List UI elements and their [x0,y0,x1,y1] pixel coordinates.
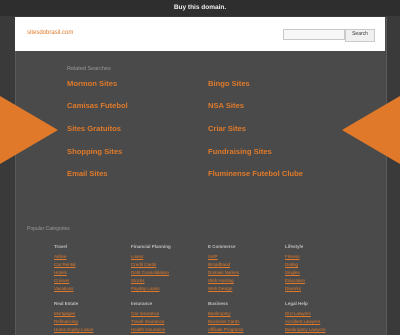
related-link[interactable]: Fluminense Futebol Clube [208,169,303,178]
category-link[interactable]: Education [285,278,305,283]
popular-categories-title: Popular Categories [27,226,70,232]
category-link[interactable]: Cruises [54,278,69,283]
related-link[interactable]: Mormon Sites [67,79,117,88]
category-link[interactable]: Health Insurance [131,327,165,332]
related-link[interactable]: Shopping Sites [67,147,122,156]
related-link[interactable]: Email Sites [67,169,108,178]
category-link[interactable]: Vacations [54,286,73,291]
category-link[interactable]: Fitness [285,254,300,259]
category-link[interactable]: Bankruptcy [208,311,231,316]
category-link[interactable]: Singles [285,270,300,275]
category-link[interactable]: Bankruptcy Lawyers [285,327,326,332]
category-link[interactable]: Domain Names [208,270,239,275]
category-link[interactable]: Affiliate Programs [208,327,243,332]
category-link[interactable]: Payday Loans [131,286,160,291]
category-link[interactable]: VoIP [208,254,218,259]
category-heading: Legal Help [285,301,308,306]
buy-domain-banner[interactable]: Buy this domain. [0,0,400,16]
related-link[interactable]: Fundraising Sites [208,147,272,156]
category-heading: Business [208,301,229,306]
category-link[interactable]: Mortgages [54,311,75,316]
category-link[interactable]: Web Design [208,286,232,291]
related-link[interactable]: NSA Sites [208,101,244,110]
category-heading: Travel [54,244,68,249]
category-link[interactable]: Accident Lawyers [285,319,320,324]
header: sitesdobrasil.com Search [15,17,385,51]
related-searches-title: Related Searches [67,66,111,72]
category-link[interactable]: Home Equity Loans [54,327,93,332]
right-arrow-decoration [342,96,400,164]
category-heading: E Commerce [208,244,236,249]
left-arrow-decoration [0,96,58,164]
category-link[interactable]: Loans [131,254,143,259]
category-heading: Financial Planning [131,244,171,249]
search-button[interactable]: Search [345,29,375,42]
related-link[interactable]: Bingo Sites [208,79,250,88]
category-link[interactable]: Debt Consolidation [131,270,169,275]
category-heading: Insurance [131,301,153,306]
category-link[interactable]: Credit Cards [131,262,156,267]
category-link[interactable]: Refinancing [54,319,78,324]
related-link[interactable]: Camisas Futebol [67,101,128,110]
category-link[interactable]: Diworks [285,286,301,291]
category-link[interactable]: Dating [285,262,298,267]
category-link[interactable]: Car Rental [54,262,76,267]
category-link[interactable]: Web Hosting [208,278,234,283]
category-link[interactable]: Broadband [208,262,230,267]
category-link[interactable]: Travel Insurance [131,319,164,324]
related-link[interactable]: Criar Sites [208,124,246,133]
category-link[interactable]: Airline [54,254,67,259]
category-heading: Lifestyle [285,244,304,249]
category-link[interactable]: Hotels [54,270,67,275]
category-link[interactable]: Stocks [131,278,145,283]
domain-name: sitesdobrasil.com [27,30,74,36]
category-link[interactable]: DUI Lawyers [285,311,311,316]
category-heading: Real Estate [54,301,79,306]
search-input[interactable] [283,29,345,40]
category-link[interactable]: Business Cards [208,319,240,324]
category-link[interactable]: Car Insurance [131,311,159,316]
related-link[interactable]: Sites Gratuitos [67,124,121,133]
